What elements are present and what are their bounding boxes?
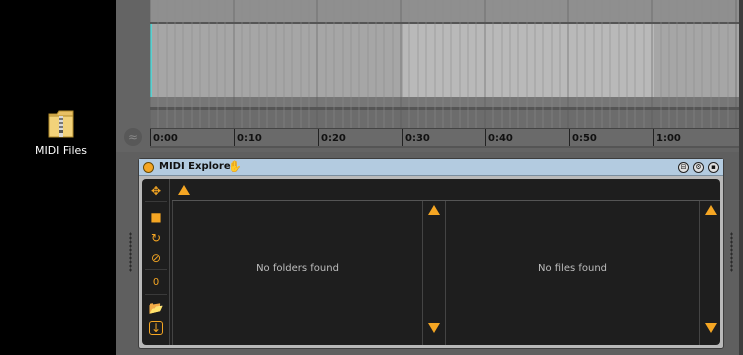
divider [145, 294, 167, 295]
desktop-icon-label: MIDI Files [34, 144, 88, 157]
device-title-bar[interactable]: MIDI Explorer ✋ ⊟ ⚙ ▪ [139, 159, 723, 176]
follow-icon[interactable]: ≈ [124, 128, 142, 146]
time-ruler[interactable]: 0:00 0:10 0:20 0:30 0:40 0:50 1:00 [150, 128, 743, 146]
resize-grip-left[interactable] [129, 232, 132, 272]
scroll-down-icon[interactable] [428, 323, 440, 333]
track-lane-top[interactable] [150, 0, 743, 22]
device-power-button[interactable] [143, 162, 154, 173]
scroll-down-icon[interactable] [705, 323, 717, 333]
ruler-tick-line [653, 129, 654, 146]
scroll-up-icon[interactable] [428, 205, 440, 215]
resize-grip-right[interactable] [730, 232, 733, 272]
zip-folder-icon [48, 110, 74, 138]
move-icon[interactable]: ✥ [148, 183, 164, 199]
device-unfold-button[interactable]: ⊟ [678, 162, 689, 173]
ruler-tick-line [569, 129, 570, 146]
desktop-folder-item[interactable]: MIDI Files [28, 108, 94, 157]
ruler-tick-label: 0:20 [321, 133, 346, 144]
ableton-window: ≈ 0:00 0:10 0:20 0:30 0:40 0:50 1:00 MID… [116, 0, 743, 355]
files-scrollbar[interactable] [699, 201, 721, 345]
track-lane-bottom[interactable] [150, 110, 743, 128]
path-bar [172, 179, 720, 201]
folders-empty-message: No folders found [256, 263, 339, 274]
cancel-icon[interactable]: ⊘ [148, 250, 164, 266]
clip-selection-highlight[interactable] [403, 24, 654, 97]
ruler-tick-label: 0:10 [237, 133, 262, 144]
open-folder-icon[interactable]: 📂 [148, 300, 164, 316]
window-edge [739, 0, 743, 355]
ruler-tick-line [318, 129, 319, 146]
folders-scrollbar[interactable] [422, 201, 444, 345]
scroll-up-icon[interactable] [705, 205, 717, 215]
download-icon[interactable]: ↓ [149, 321, 163, 335]
files-empty-message: No files found [537, 263, 608, 274]
device-settings-button[interactable]: ⚙ [693, 162, 704, 173]
device-chain: MIDI Explorer ✋ ⊟ ⚙ ▪ ✥ ■ ↻ ⊘ 0 📂 ↓ No f… [116, 152, 743, 355]
ruler-tick-line [150, 129, 151, 146]
device-save-button[interactable]: ▪ [708, 162, 719, 173]
folders-list[interactable]: No folders found [172, 201, 443, 345]
ruler-tick-label: 0:30 [405, 133, 430, 144]
ruler-tick-line [402, 129, 403, 146]
stop-icon[interactable]: ■ [148, 209, 164, 225]
device-sidebar: ✥ ■ ↻ ⊘ 0 📂 ↓ [142, 179, 170, 345]
hand-icon: ✋ [228, 160, 242, 173]
loop-start-marker [150, 24, 152, 97]
device-title: MIDI Explorer [159, 161, 236, 172]
ruler-tick-line [234, 129, 235, 146]
refresh-icon[interactable]: ↻ [148, 230, 164, 246]
parent-folder-arrow-icon[interactable] [178, 185, 190, 195]
midi-explorer-device: MIDI Explorer ✋ ⊟ ⚙ ▪ ✥ ■ ↻ ⊘ 0 📂 ↓ No f… [138, 158, 724, 349]
ruler-tick-label: 0:40 [488, 133, 513, 144]
counter-value: 0 [152, 277, 160, 288]
files-list[interactable]: No files found [445, 201, 720, 345]
track-lane-divider [150, 97, 743, 107]
ruler-tick-label: 1:00 [656, 133, 681, 144]
device-body: ✥ ■ ↻ ⊘ 0 📂 ↓ No folders found No files … [142, 179, 720, 345]
divider [145, 201, 167, 202]
ruler-tick-label: 0:50 [572, 133, 597, 144]
desktop: MIDI Files [0, 0, 116, 355]
ruler-tick-label: 0:00 [153, 133, 178, 144]
ruler-tick-line [485, 129, 486, 146]
divider [145, 269, 167, 270]
